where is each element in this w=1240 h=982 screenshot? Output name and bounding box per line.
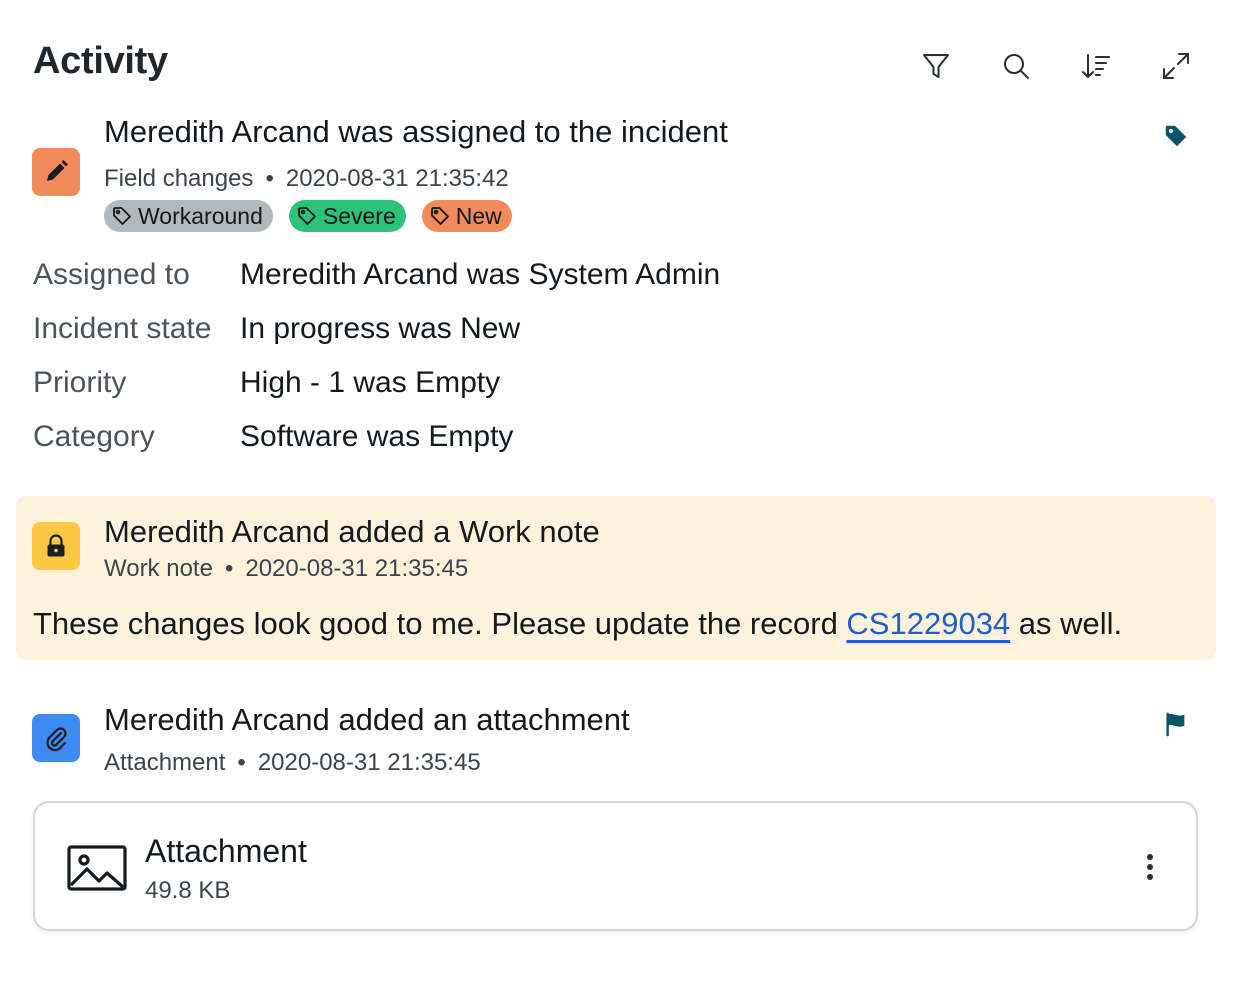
chip-label: Severe	[322, 202, 396, 229]
expand-button[interactable]	[1154, 44, 1198, 88]
filter-icon	[923, 54, 949, 78]
page-title: Activity	[33, 40, 168, 82]
tag-outline-icon	[430, 207, 449, 225]
field-label: Assigned to	[33, 258, 190, 291]
search-icon	[1004, 54, 1029, 79]
search-button[interactable]	[994, 44, 1038, 88]
image-icon	[67, 845, 127, 891]
lock-icon	[47, 534, 65, 557]
sort-button[interactable]	[1074, 44, 1118, 88]
expand-icon	[1163, 53, 1189, 79]
chip-new[interactable]: New	[421, 200, 512, 232]
tag-button[interactable]	[1162, 122, 1190, 150]
record-link[interactable]: CS1229034	[846, 606, 1010, 641]
field-label: Priority	[33, 366, 127, 399]
work-note-body: These changes look good to me. Please up…	[33, 606, 1122, 642]
chip-workaround[interactable]: Workaround	[104, 200, 273, 232]
entry-type-badge	[32, 522, 80, 570]
entry-type-badge	[32, 714, 80, 762]
field-label: Incident state	[33, 312, 212, 345]
entry-heading: Meredith Arcand was assigned to the inci…	[104, 114, 728, 149]
attachment-name[interactable]: Attachment	[145, 833, 307, 870]
entry-type: Attachment	[104, 749, 226, 776]
flag-button[interactable]	[1162, 710, 1190, 738]
note-text: as well.	[1010, 606, 1123, 641]
chip-label: New	[455, 202, 502, 229]
field-value: Software was Empty	[240, 420, 514, 453]
chip-label: Workaround	[138, 202, 263, 229]
entry-meta: Field changes • 2020-08-31 21:35:42	[104, 165, 509, 193]
note-text: These changes look good to me. Please up…	[33, 606, 847, 641]
entry-type-badge	[32, 148, 80, 196]
pencil-icon	[47, 160, 68, 181]
entry-meta: Attachment • 2020-08-31 21:35:45	[104, 749, 481, 777]
separator-dot: •	[224, 555, 234, 582]
separator-dot: •	[237, 749, 246, 776]
entry-meta: Work note • 2020-08-31 21:35:45	[104, 555, 468, 583]
field-value: In progress was New	[240, 312, 521, 345]
attachment-size: 49.8 KB	[145, 877, 231, 904]
field-value: High - 1 was Empty	[240, 366, 501, 399]
tag-outline-icon	[113, 207, 131, 225]
attachment-more-button[interactable]	[1128, 845, 1172, 889]
tag-outline-icon	[297, 207, 316, 225]
sort-icon	[1082, 54, 1110, 79]
entry-type: Field changes	[104, 165, 254, 192]
entry-timestamp: 2020-08-31 21:35:45	[257, 749, 481, 776]
paperclip-icon	[46, 727, 67, 752]
entry-heading: Meredith Arcand added an attachment	[104, 702, 630, 737]
chip-severe[interactable]: Severe	[288, 200, 406, 232]
activity-toolbar	[912, 44, 1202, 88]
filter-button[interactable]	[914, 44, 958, 88]
tag-chips: Workaround Severe New	[104, 200, 512, 232]
entry-heading: Meredith Arcand added a Work note	[104, 514, 600, 549]
flag-icon	[1166, 712, 1185, 737]
entry-timestamp: 2020-08-31 21:35:45	[245, 555, 469, 582]
tag-icon	[1165, 125, 1187, 147]
attachment-card[interactable]: Attachment 49.8 KB	[33, 801, 1198, 931]
field-label: Category	[33, 420, 155, 453]
entry-type: Work note	[104, 555, 213, 582]
field-value: Meredith Arcand was System Admin	[240, 258, 721, 291]
separator-dot: •	[265, 165, 274, 192]
more-vertical-icon	[1147, 854, 1153, 880]
entry-timestamp: 2020-08-31 21:35:42	[285, 165, 509, 192]
